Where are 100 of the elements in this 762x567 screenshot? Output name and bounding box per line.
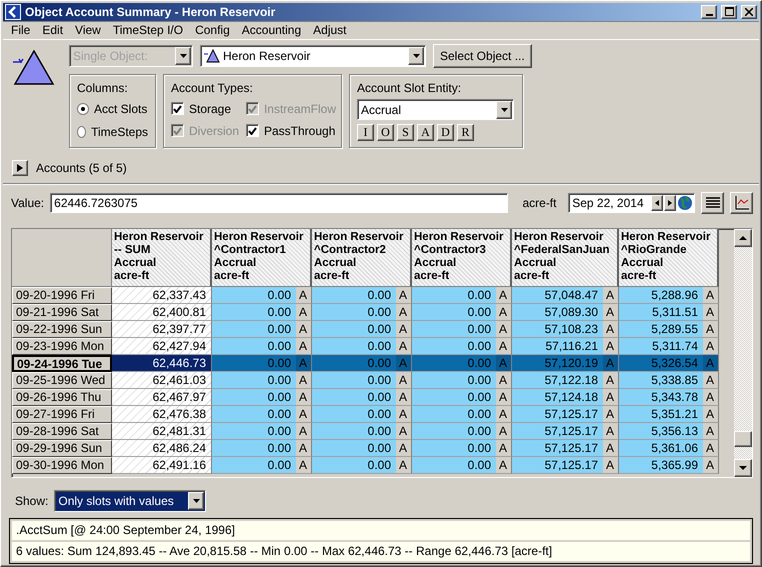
scroll-up-button[interactable] — [734, 228, 752, 247]
scroll-down-button[interactable] — [734, 458, 752, 477]
column-header[interactable]: Heron Reservoir ^RioGrande Accrual acre-ft — [619, 228, 719, 287]
row-header[interactable]: 09-21-1996 Sat — [12, 304, 112, 321]
radio-control[interactable] — [77, 126, 86, 138]
table-cell: 57,125.17 — [512, 406, 603, 423]
row-header[interactable]: 09-25-1996 Wed — [12, 372, 112, 389]
column-header[interactable]: Heron Reservoir ^FederalSanJuan Accrual acre-ft — [512, 228, 619, 287]
row-header[interactable]: 09-27-1996 Fri — [12, 406, 112, 423]
flag-cell: A — [296, 304, 312, 321]
row-header[interactable]: 09-22-1996 Sun — [12, 320, 112, 338]
table-cell: 0.00 — [412, 372, 496, 389]
menu-item[interactable]: View — [69, 23, 107, 38]
column-header[interactable]: Heron Reservoir -- SUM Accrual acre-ft — [112, 228, 212, 287]
row-header[interactable]: 09-30-1996 Mon — [12, 456, 112, 474]
checkbox-control[interactable] — [246, 124, 259, 138]
menu-item[interactable]: TimeStep I/O — [106, 23, 190, 38]
column-header[interactable]: Heron Reservoir ^Contractor3 Accrual acre-ft — [412, 228, 512, 287]
down-arrow-icon — [739, 466, 747, 470]
menu-item[interactable]: Edit — [36, 23, 70, 38]
group-title: Account Types: — [171, 81, 254, 96]
vertical-scrollbar[interactable] — [734, 228, 752, 477]
row-header[interactable]: 09-29-1996 Sun — [12, 440, 112, 457]
scroll-thumb[interactable] — [734, 430, 752, 447]
table-cell: 0.00 — [312, 286, 396, 304]
entity-button[interactable]: I — [357, 124, 374, 142]
entity-button[interactable]: D — [437, 124, 454, 142]
flag-cell: A — [703, 440, 719, 457]
flag-cell: A — [603, 456, 619, 474]
row-header[interactable]: 09-23-1996 Mon — [12, 338, 112, 355]
checkbox-option[interactable]: Storage — [171, 99, 246, 118]
flag-cell: A — [296, 372, 312, 389]
checkbox-control[interactable] — [171, 102, 184, 116]
table-cell: 5,338.85 — [619, 372, 703, 389]
expand-button[interactable] — [12, 160, 28, 176]
checkbox-option[interactable]: PassThrough — [246, 121, 336, 140]
radio-option[interactable]: TimeSteps — [77, 122, 148, 142]
radio-control[interactable] — [77, 102, 89, 115]
table-cell: 0.00 — [412, 440, 496, 457]
column-header[interactable]: Heron Reservoir ^Contractor2 Accrual acre-ft — [312, 228, 412, 287]
flag-cell: A — [396, 440, 412, 457]
flag-cell: A — [296, 338, 312, 355]
row-header[interactable]: 09-26-1996 Thu — [12, 388, 112, 406]
caret-icon — [412, 54, 420, 58]
flag-cell: A — [396, 286, 412, 304]
reservoir-icon — [204, 49, 220, 64]
flag-cell: A — [603, 304, 619, 321]
next-button[interactable] — [664, 195, 676, 212]
window-title: Object Account Summary - Heron Reservoir — [25, 4, 276, 19]
table-cell: 0.00 — [212, 286, 296, 304]
table-cell: 57,108.23 — [512, 320, 603, 338]
maximize-button[interactable] — [721, 4, 737, 19]
flag-cell: A — [296, 422, 312, 440]
column-header[interactable]: Heron Reservoir ^Contractor1 Accrual acre-ft — [212, 228, 312, 287]
table-cell: 0.00 — [312, 354, 396, 372]
table-cell: 0.00 — [312, 440, 396, 457]
menu-item[interactable]: Config — [189, 23, 236, 38]
group-title: Account Slot Entity: — [357, 81, 462, 96]
show-dropdown[interactable]: Only slots with values — [54, 490, 206, 512]
left-arrow-icon — [655, 200, 660, 206]
row-header[interactable]: 09-28-1996 Sat — [12, 422, 112, 440]
table-cell: 0.00 — [412, 456, 496, 474]
line-chart-icon — [734, 196, 749, 210]
entity-dropdown[interactable]: Accrual — [357, 99, 514, 120]
menu-item[interactable]: Adjust — [307, 23, 352, 38]
row-header[interactable]: 09-20-1996 Fri — [12, 286, 112, 304]
table-cell: 0.00 — [312, 338, 396, 355]
select-object-button[interactable]: Select Object ... — [433, 44, 532, 68]
table-cell: 0.00 — [312, 320, 396, 338]
table-cell: 0.00 — [212, 456, 296, 474]
table-cell: 0.00 — [212, 422, 296, 440]
menu-item[interactable]: Accounting — [236, 23, 308, 38]
group-title: Columns: — [77, 81, 129, 96]
entity-button[interactable]: O — [377, 124, 394, 142]
flag-cell: A — [396, 338, 412, 355]
plot-button[interactable] — [730, 192, 754, 214]
previous-button[interactable] — [651, 195, 664, 212]
list-view-button[interactable] — [701, 192, 724, 214]
flag-cell: A — [396, 388, 412, 406]
flag-cell: A — [496, 456, 512, 474]
date-field[interactable]: Sep 22, 2014 — [568, 193, 696, 214]
table-cell: 57,089.30 — [512, 304, 603, 321]
entity-button[interactable]: S — [397, 124, 414, 142]
close-icon — [745, 8, 753, 16]
flag-cell: A — [496, 338, 512, 355]
radio-option[interactable]: Acct Slots — [77, 99, 148, 118]
object-dropdown[interactable]: Heron Reservoir — [200, 45, 426, 68]
table-cell: 62,400.81 — [112, 304, 212, 321]
close-button[interactable] — [741, 4, 757, 19]
flag-cell: A — [496, 406, 512, 423]
flag-cell: A — [496, 422, 512, 440]
row-header[interactable]: 09-24-1996 Tue — [12, 354, 112, 372]
globe-icon[interactable] — [677, 195, 694, 212]
table-cell: 57,048.47 — [512, 286, 603, 304]
entity-button[interactable]: R — [457, 124, 474, 142]
menu-item[interactable]: File — [5, 23, 36, 38]
minimize-button[interactable] — [701, 4, 717, 19]
entity-button[interactable]: A — [417, 124, 434, 142]
value-field[interactable]: 62446.7263075 — [50, 193, 508, 214]
flag-cell: A — [296, 320, 312, 338]
